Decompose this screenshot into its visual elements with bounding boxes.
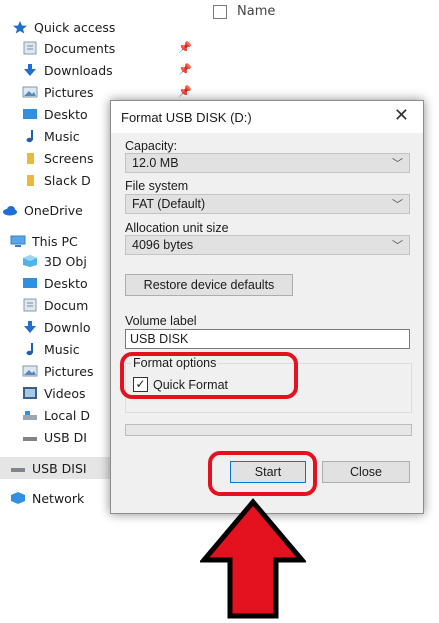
nav-label: Network (32, 490, 85, 506)
nav-documents[interactable]: Documents (22, 37, 115, 59)
capacity-value: 12.0 MB (132, 156, 179, 170)
nav-videos[interactable]: Videos (22, 382, 86, 404)
nav-pictures-pc[interactable]: Pictures (22, 360, 94, 382)
nav-label: Videos (44, 385, 86, 401)
nav-screenshots-folder[interactable]: Screens (22, 147, 94, 169)
chevron-down-icon: ﹀ (392, 199, 403, 211)
name-column-header[interactable]: Name (213, 4, 275, 19)
nav-label: Music (44, 128, 80, 144)
pin-icon[interactable]: 📌 (178, 41, 192, 54)
nav-label: Pictures (44, 363, 94, 379)
nav-label: USB DI (44, 429, 87, 445)
drive-icon (22, 408, 38, 422)
nav-music[interactable]: Music (22, 125, 80, 147)
nav-label: Docum (44, 297, 89, 313)
capacity-label: Capacity: (125, 139, 178, 153)
volume-label-value: USB DISK (130, 332, 189, 346)
nav-3d-objects[interactable]: 3D Obj (22, 250, 87, 272)
nav-onedrive[interactable]: OneDrive (2, 199, 83, 221)
nav-label: Deskto (44, 275, 88, 291)
nav-label: 3D Obj (44, 253, 87, 269)
close-button[interactable]: Close (322, 461, 410, 483)
restore-defaults-button[interactable]: Restore device defaults (125, 274, 293, 296)
download-arrow-icon (22, 63, 38, 77)
nav-label: Quick access (34, 19, 116, 35)
documents-icon (22, 41, 38, 55)
network-icon (10, 491, 26, 505)
documents-icon (22, 298, 38, 312)
nav-quick-access[interactable]: Quick access (12, 16, 115, 38)
start-button-highlight (208, 451, 317, 496)
nav-usb-disk[interactable]: USB DISI (0, 457, 110, 479)
nav-label: Downlo (44, 319, 91, 335)
filesystem-dropdown[interactable]: FAT (Default) ﹀ (125, 194, 410, 214)
format-options-highlight (120, 352, 298, 399)
folder-icon (22, 173, 38, 187)
nav-label: OneDrive (24, 202, 83, 218)
nav-label: Documents (44, 40, 116, 56)
nav-downloads[interactable]: Downloads (22, 59, 113, 81)
capacity-dropdown[interactable]: 12.0 MB ﹀ (125, 153, 410, 173)
dialog-title-bar[interactable]: Format USB DISK (D:) ✕ (111, 101, 423, 133)
nav-desktop-pc[interactable]: Deskto (22, 272, 88, 294)
select-all-checkbox[interactable] (213, 4, 227, 19)
videos-icon (22, 386, 38, 400)
chevron-down-icon: ﹀ (392, 158, 403, 170)
pictures-icon (22, 85, 38, 99)
nav-downloads-pc[interactable]: Downlo (22, 316, 91, 338)
cloud-icon (2, 203, 18, 217)
usb-drive-icon (22, 430, 38, 444)
pin-icon[interactable]: 📌 (178, 63, 192, 76)
folder-icon (22, 151, 38, 165)
usb-drive-icon (10, 461, 26, 475)
volume-label-caption: Volume label (125, 314, 197, 328)
desktop-icon (22, 276, 38, 290)
nav-label: Deskto (44, 106, 88, 122)
nav-label: Downloads (44, 62, 113, 78)
nav-label: USB DISI (32, 460, 87, 476)
chevron-down-icon: ﹀ (392, 240, 403, 252)
pictures-icon (22, 364, 38, 378)
3d-objects-icon (22, 254, 38, 268)
nav-label: Slack D (44, 172, 91, 188)
red-arrow-up-icon (200, 498, 306, 619)
volume-label-input[interactable]: USB DISK (125, 329, 410, 349)
nav-usb-disk-pc[interactable]: USB DI (22, 426, 87, 448)
format-progress-bar (125, 424, 412, 436)
desktop-icon (22, 107, 38, 121)
download-arrow-icon (22, 320, 38, 334)
nav-network[interactable]: Network (10, 487, 84, 509)
name-column-label: Name (237, 4, 276, 19)
nav-label: Screens (44, 150, 94, 166)
nav-this-pc[interactable]: This PC (10, 230, 78, 252)
nav-label: This PC (32, 233, 78, 249)
nav-label: Music (44, 341, 80, 357)
music-note-icon (22, 342, 38, 356)
computer-icon (10, 234, 26, 248)
nav-documents-pc[interactable]: Docum (22, 294, 88, 316)
nav-label: Local D (44, 407, 90, 423)
allocation-label: Allocation unit size (125, 221, 229, 235)
nav-slack-folder[interactable]: Slack D (22, 169, 91, 191)
music-note-icon (22, 129, 38, 143)
filesystem-value: FAT (Default) (132, 197, 206, 211)
nav-local-disk[interactable]: Local D (22, 404, 90, 426)
close-icon[interactable]: ✕ (394, 105, 409, 126)
nav-desktop[interactable]: Deskto (22, 103, 88, 125)
star-icon (12, 20, 28, 34)
nav-label: Pictures (44, 84, 94, 100)
allocation-value: 4096 bytes (132, 238, 194, 252)
nav-pictures[interactable]: Pictures (22, 81, 94, 103)
allocation-dropdown[interactable]: 4096 bytes ﹀ (125, 235, 410, 255)
dialog-title: Format USB DISK (D:) (121, 110, 252, 125)
filesystem-label: File system (125, 179, 189, 193)
nav-music-pc[interactable]: Music (22, 338, 80, 360)
pin-icon[interactable]: 📌 (178, 85, 192, 98)
